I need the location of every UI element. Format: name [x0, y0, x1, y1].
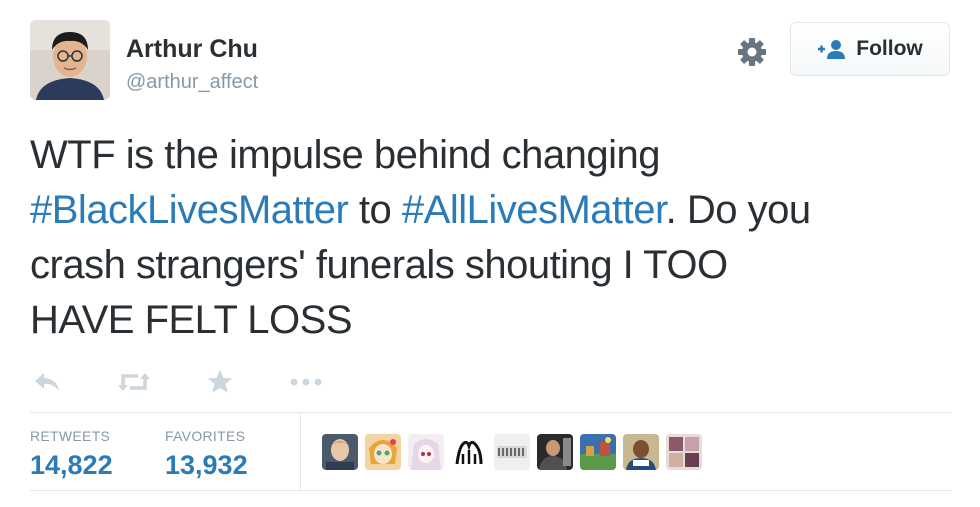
author-avatar[interactable] [30, 20, 110, 100]
retweets-stat[interactable]: RETWEETS 14,822 [30, 428, 113, 480]
author-username[interactable]: @arthur_affect [126, 70, 258, 94]
favorite-icon[interactable] [205, 367, 235, 397]
stats-divider-bottom [30, 490, 952, 491]
more-icon[interactable] [287, 367, 325, 397]
favorited-user-avatar[interactable] [365, 434, 401, 470]
retweets-count: 14,822 [30, 450, 113, 480]
favorited-user-avatar[interactable] [666, 434, 702, 470]
tweet-text-line: crash strangers' funerals shouting I TOO [30, 243, 728, 287]
retweets-label: RETWEETS [30, 428, 111, 444]
hashtag-link-alllivesmatter[interactable]: #AllLivesMatter [402, 188, 666, 232]
follow-button-label: Follow [856, 37, 923, 60]
gear-icon[interactable] [735, 35, 769, 69]
reply-icon[interactable] [30, 367, 64, 397]
avatar-photo-icon [30, 20, 110, 100]
favorited-user-avatar[interactable] [623, 434, 659, 470]
favorited-user-avatar[interactable] [537, 434, 573, 470]
favorites-stat[interactable]: FAVORITES 13,932 [165, 428, 248, 480]
favorites-label: FAVORITES [165, 428, 246, 444]
tweet-text-line: WTF is the impulse behind changing [30, 133, 661, 177]
tweet-text-line: HAVE FELT LOSS [30, 298, 353, 342]
favorited-user-avatar[interactable] [494, 434, 530, 470]
favorited-by-avatars [322, 434, 702, 470]
add-user-icon [818, 40, 846, 59]
tweet-text: WTF is the impulse behind changing #Blac… [30, 128, 960, 348]
favorited-user-avatar[interactable] [408, 434, 444, 470]
author-display-name[interactable]: Arthur Chu [126, 34, 258, 64]
hashtag-link-blacklivesmatter[interactable]: #BlackLivesMatter [30, 188, 349, 232]
favorited-user-avatar[interactable] [322, 434, 358, 470]
favorites-count: 13,932 [165, 450, 248, 480]
stats-divider-vertical [300, 413, 301, 490]
favorited-user-avatar[interactable] [451, 434, 487, 470]
stats-divider-top [30, 412, 952, 413]
retweet-icon[interactable] [114, 367, 154, 397]
follow-button[interactable]: Follow [790, 22, 950, 76]
favorited-user-avatar[interactable] [580, 434, 616, 470]
tweet-text-line: #BlackLivesMatter to #AllLivesMatter. Do… [30, 188, 811, 232]
